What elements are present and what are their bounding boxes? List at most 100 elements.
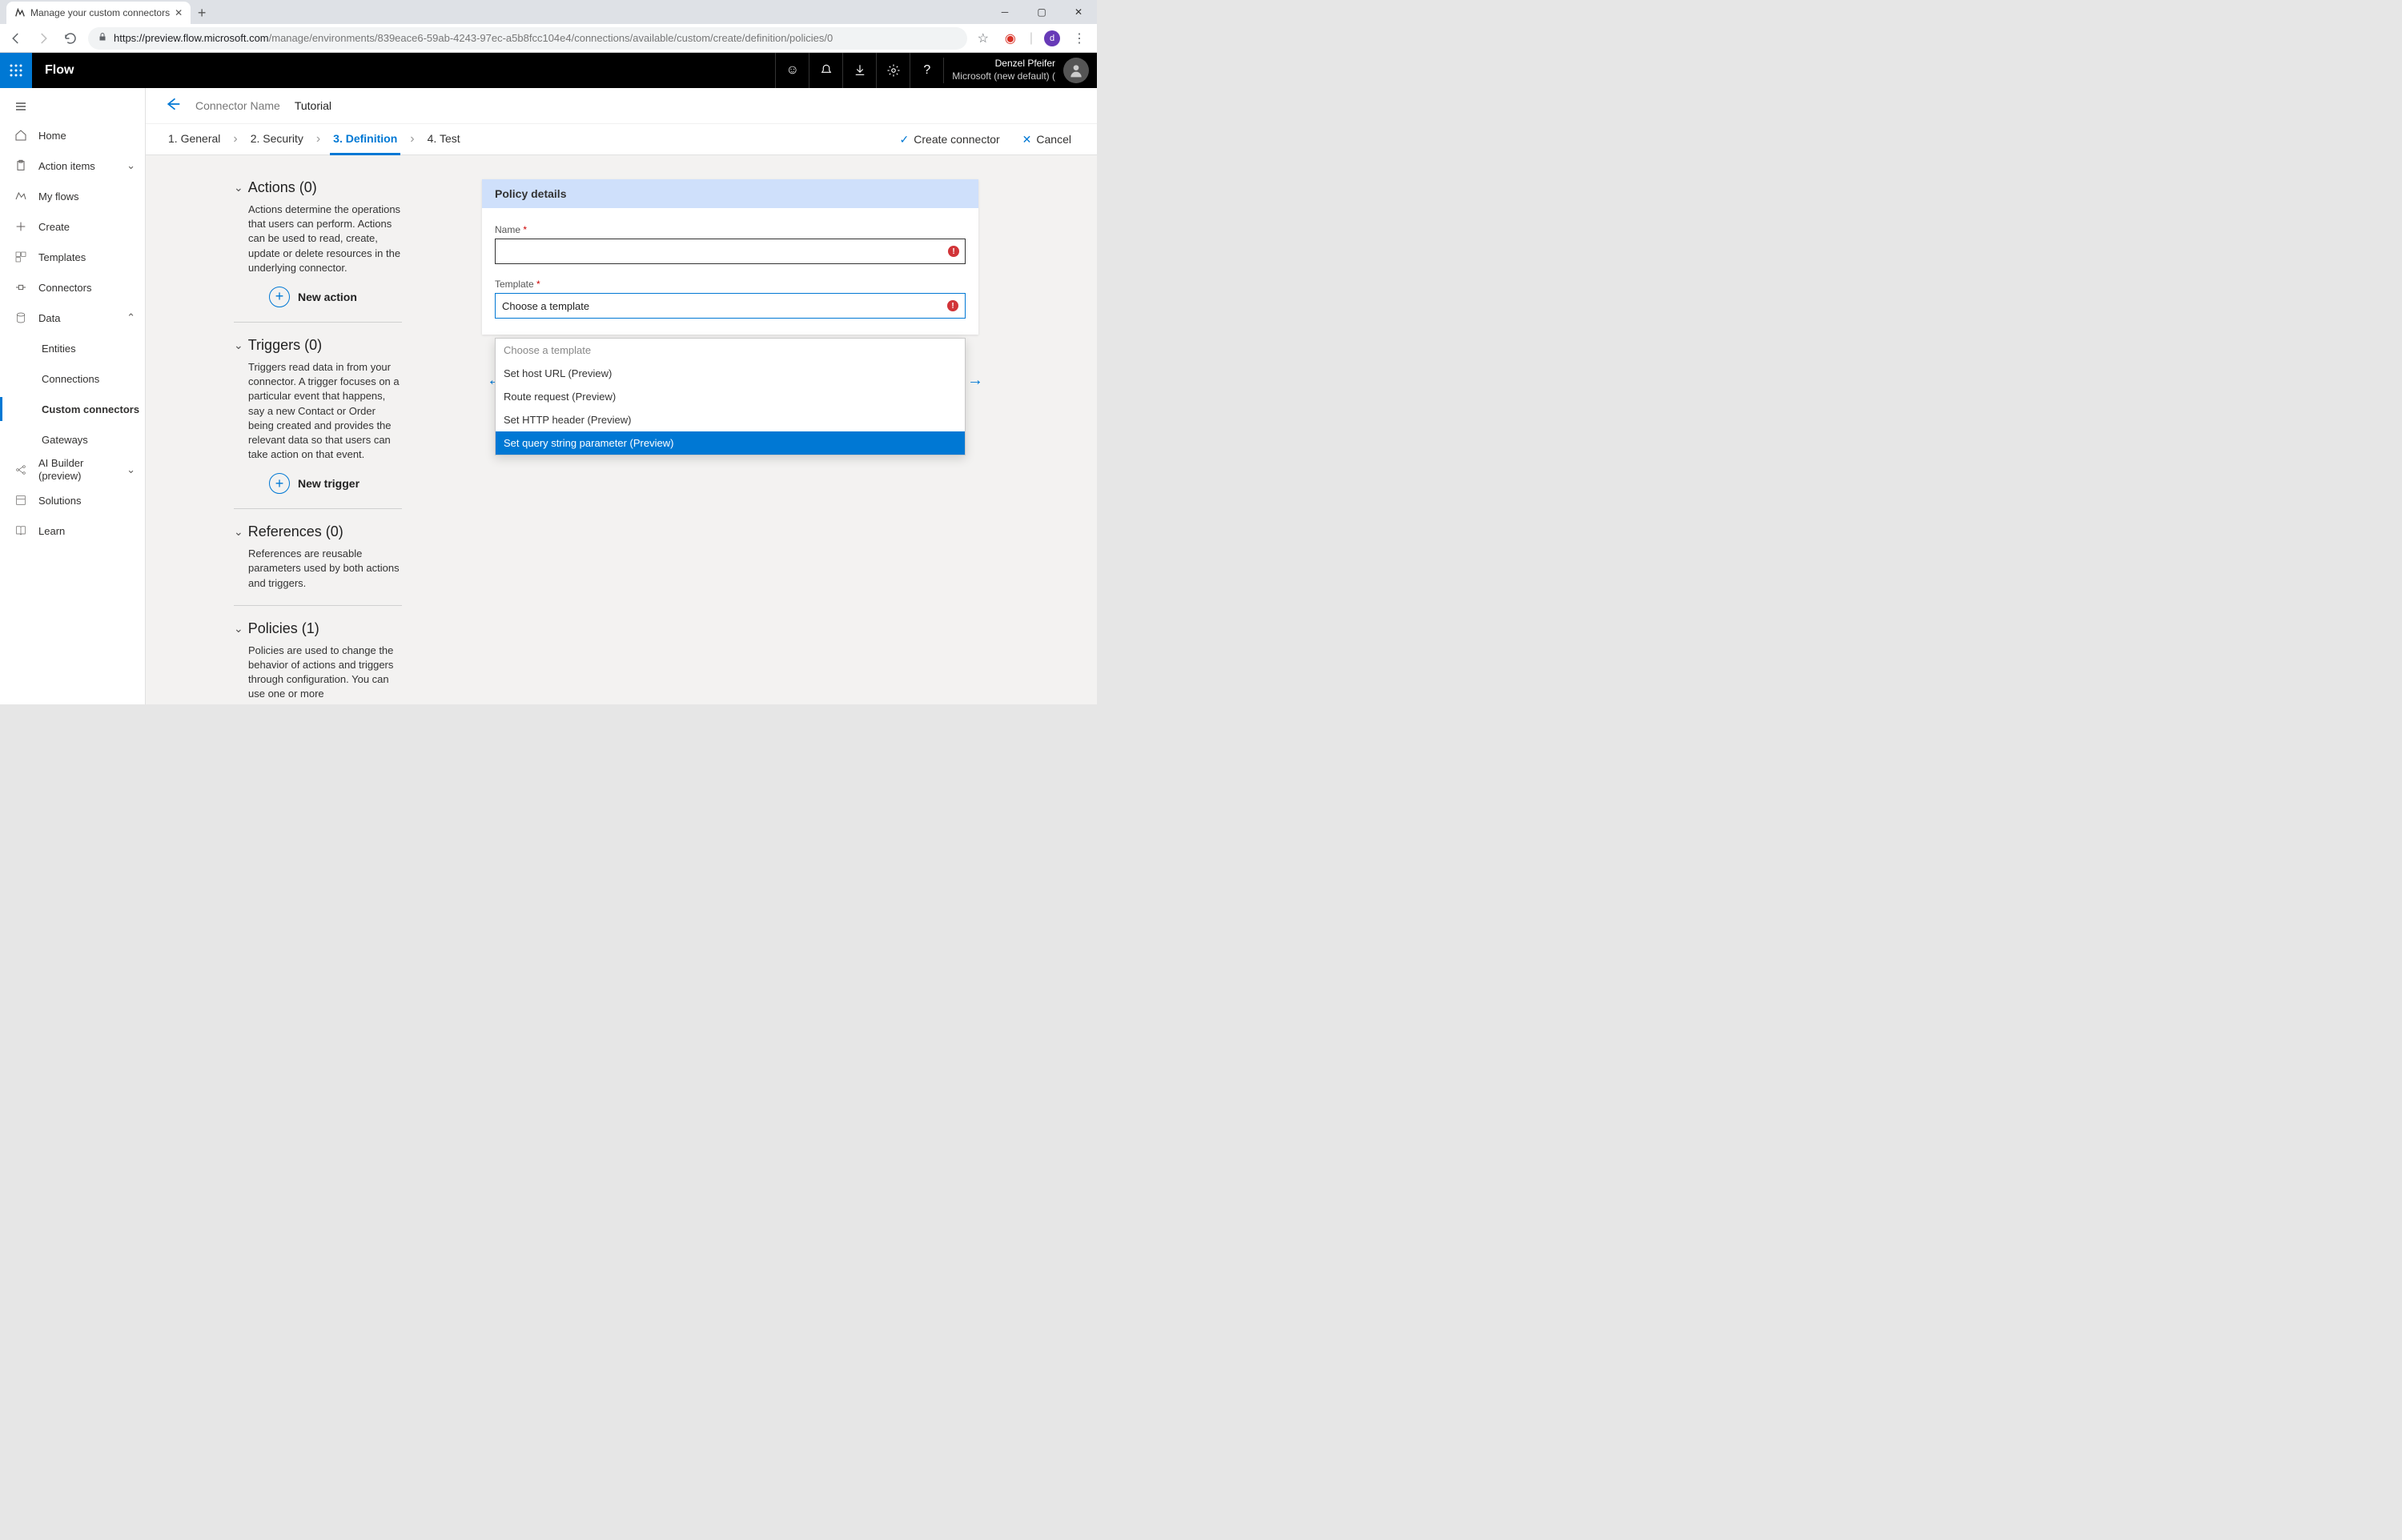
plus-circle-icon: + (269, 473, 290, 494)
new-tab-button[interactable]: + (191, 2, 213, 24)
template-label: Template * (495, 279, 966, 290)
cancel-button[interactable]: ✕ Cancel (1016, 133, 1078, 146)
chevron-down-icon: ⌄ (234, 525, 243, 539)
settings-gear-icon[interactable] (876, 53, 910, 88)
templates-icon (14, 251, 27, 263)
sidebar-item-ai-builder[interactable]: AI Builder (preview) ⌄ (0, 455, 145, 485)
new-action-button[interactable]: + New action (234, 287, 402, 307)
section-triggers-header[interactable]: ⌄ Triggers (0) (234, 337, 402, 354)
chevron-down-icon: ⌄ (127, 159, 135, 172)
extension-icon[interactable]: ◉ (1002, 30, 1018, 46)
section-policies: ⌄ Policies (1) Policies are used to chan… (234, 620, 402, 704)
sidebar-item-my-flows[interactable]: My flows (0, 181, 145, 211)
user-name: Denzel Pfeifer (952, 58, 1055, 70)
close-icon: ✕ (1022, 133, 1032, 146)
template-option-route-request[interactable]: Route request (Preview) (496, 385, 965, 408)
url-text: https://preview.flow.microsoft.com/manag… (114, 32, 833, 44)
chevron-down-icon: ⌄ (234, 181, 243, 195)
step-security[interactable]: 2. Security (247, 123, 307, 155)
wizard-step-bar: 1. General › 2. Security › 3. Definition… (146, 123, 1097, 155)
chevron-up-icon: ⌃ (127, 311, 135, 324)
app-brand: Flow (32, 63, 86, 78)
browser-back-button[interactable] (6, 29, 26, 48)
section-policies-desc: Policies are used to change the behavior… (234, 644, 402, 702)
sidebar-item-entities[interactable]: Entities (0, 333, 145, 363)
browser-menu-icon[interactable]: ⋮ (1071, 30, 1087, 46)
section-references: ⌄ References (0) References are reusable… (234, 523, 402, 606)
step-general[interactable]: 1. General (165, 123, 223, 155)
browser-tab[interactable]: Manage your custom connectors ✕ (6, 2, 191, 24)
connectors-icon (14, 281, 27, 294)
back-button[interactable] (165, 96, 181, 116)
window-maximize-button[interactable]: ▢ (1023, 0, 1060, 24)
section-actions-header[interactable]: ⌄ Actions (0) (234, 179, 402, 196)
policy-details-panel: Policy details Name * ! Template * (482, 179, 978, 335)
create-connector-button[interactable]: ✓ Create connector (894, 133, 1006, 146)
chevron-right-icon: › (316, 132, 320, 146)
template-option-placeholder[interactable]: Choose a template (496, 339, 965, 362)
template-option-set-http-header[interactable]: Set HTTP header (Preview) (496, 408, 965, 431)
user-menu[interactable]: Denzel Pfeifer Microsoft (new default) ( (943, 58, 1097, 83)
sidebar-item-templates[interactable]: Templates (0, 242, 145, 272)
sidebar-item-solutions[interactable]: Solutions (0, 485, 145, 515)
section-policies-header[interactable]: ⌄ Policies (1) (234, 620, 402, 637)
section-triggers-desc: Triggers read data in from your connecto… (234, 360, 402, 462)
connector-name-label: Connector Name (195, 99, 280, 112)
template-select[interactable]: Choose a template ! (495, 293, 966, 319)
error-icon: ! (947, 300, 958, 311)
browser-tab-bar: Manage your custom connectors ✕ + ─ ▢ ✕ (0, 0, 1097, 24)
sidebar-item-connectors[interactable]: Connectors (0, 272, 145, 303)
template-option-set-host-url[interactable]: Set host URL (Preview) (496, 362, 965, 385)
sidebar-item-custom-connectors[interactable]: Custom connectors (0, 394, 145, 424)
error-icon: ! (948, 246, 959, 257)
policy-next-button[interactable]: → (967, 371, 983, 390)
help-icon[interactable]: ? (910, 53, 943, 88)
learn-icon (14, 524, 27, 537)
connector-name-value: Tutorial (295, 99, 331, 112)
favicon-icon (14, 7, 26, 18)
sidebar-item-data[interactable]: Data ⌃ (0, 303, 145, 333)
sidebar-item-gateways[interactable]: Gateways (0, 424, 145, 455)
ai-builder-icon (14, 463, 27, 476)
tenant-name: Microsoft (new default) ( (952, 70, 1055, 83)
flow-icon (14, 190, 27, 203)
window-minimize-button[interactable]: ─ (986, 0, 1023, 24)
browser-profile-avatar[interactable]: d (1044, 30, 1060, 46)
chevron-right-icon: › (410, 132, 414, 146)
sidebar-item-create[interactable]: Create (0, 211, 145, 242)
template-option-set-query-string[interactable]: Set query string parameter (Preview) (496, 431, 965, 455)
section-references-desc: References are reusable parameters used … (234, 547, 402, 591)
section-actions-desc: Actions determine the operations that us… (234, 203, 402, 275)
tab-close-icon[interactable]: ✕ (175, 7, 183, 18)
browser-forward-button[interactable] (34, 29, 53, 48)
sidebar-item-home[interactable]: Home (0, 120, 145, 150)
app-launcher-button[interactable] (0, 53, 32, 88)
checkmark-icon: ✓ (900, 133, 910, 146)
browser-omnibox[interactable]: https://preview.flow.microsoft.com/manag… (88, 27, 967, 50)
download-icon[interactable] (842, 53, 876, 88)
plus-circle-icon: + (269, 287, 290, 307)
browser-reload-button[interactable] (61, 29, 80, 48)
policy-name-input[interactable] (495, 239, 966, 264)
sidebar-item-learn[interactable]: Learn (0, 515, 145, 546)
sidebar-toggle-button[interactable] (0, 93, 145, 120)
notifications-icon[interactable] (809, 53, 842, 88)
separator: | (1030, 31, 1033, 46)
window-close-button[interactable]: ✕ (1060, 0, 1097, 24)
sidebar-item-action-items[interactable]: Action items ⌄ (0, 150, 145, 181)
step-test[interactable]: 4. Test (424, 123, 464, 155)
page-title-bar: Connector Name Tutorial (146, 88, 1097, 123)
step-definition[interactable]: 3. Definition (330, 123, 400, 155)
section-references-header[interactable]: ⌄ References (0) (234, 523, 402, 540)
sidebar-item-connections[interactable]: Connections (0, 363, 145, 394)
app-header: Flow ☺ ? Denzel Pfeifer Microsoft (new d… (0, 53, 1097, 88)
chevron-down-icon: ⌄ (127, 463, 135, 476)
data-icon (14, 311, 27, 324)
solutions-icon (14, 494, 27, 507)
new-trigger-button[interactable]: + New trigger (234, 473, 402, 494)
lock-icon (98, 32, 107, 44)
feedback-icon[interactable]: ☺ (775, 53, 809, 88)
plus-icon (14, 220, 27, 233)
template-dropdown: Choose a template Set host URL (Preview)… (495, 338, 966, 455)
bookmark-star-icon[interactable]: ☆ (975, 30, 991, 46)
